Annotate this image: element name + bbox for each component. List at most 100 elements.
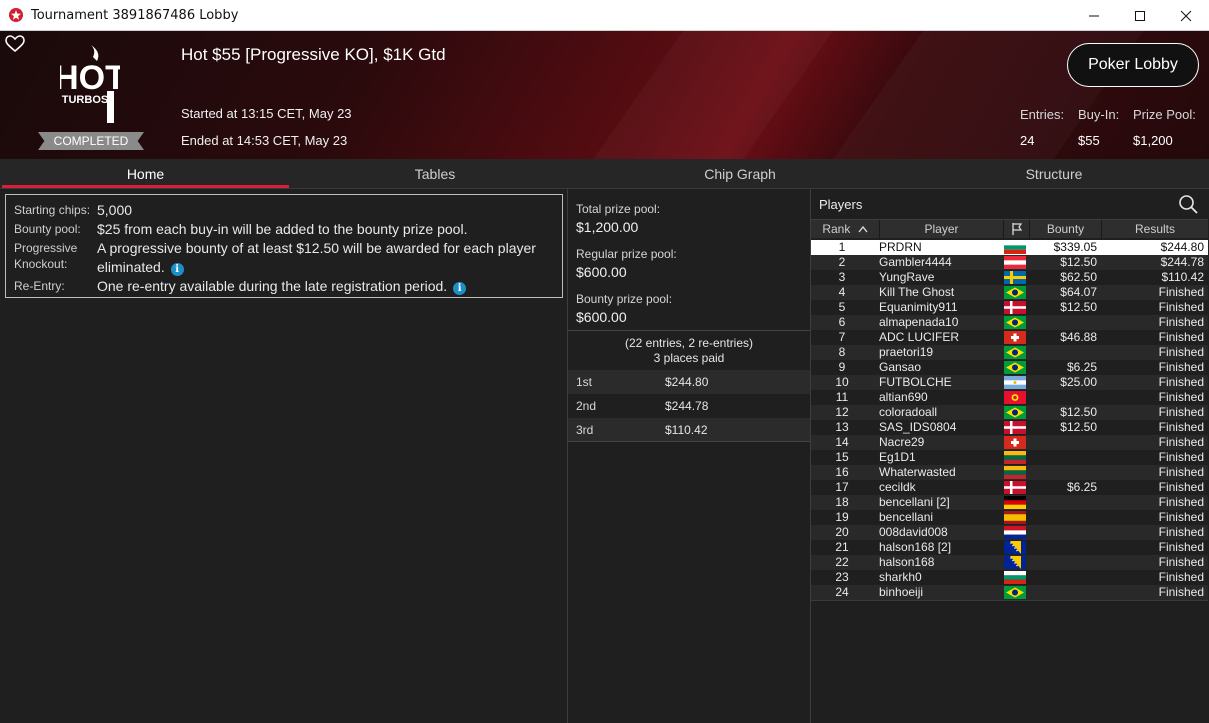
player-name: Gansao	[879, 360, 922, 374]
player-row[interactable]: 15 Eg1D1 Finished	[811, 450, 1208, 465]
buyin-label: Buy-In:	[1078, 107, 1120, 122]
payout-place: 3rd	[576, 423, 594, 437]
rank-column-header[interactable]: Rank	[811, 220, 879, 239]
sort-up-icon	[858, 225, 868, 233]
player-row[interactable]: 7 ADC LUCIFER $46.88 Finished	[811, 330, 1208, 345]
player-row[interactable]: 21 halson168 [2] Finished	[811, 540, 1208, 555]
player-result: Finished	[1158, 555, 1204, 569]
player-name: Whaterwasted	[879, 465, 956, 479]
player-row[interactable]: 5 Equanimity911 $12.50 Finished	[811, 300, 1208, 315]
starting-chips-value: 5,000	[97, 202, 133, 218]
payout-place: 1st	[576, 375, 593, 389]
tab-tables[interactable]: Tables	[290, 159, 580, 189]
tab-chip-graph[interactable]: Chip Graph	[590, 159, 890, 189]
player-row[interactable]: 12 coloradoall $12.50 Finished	[811, 405, 1208, 420]
results-column-header[interactable]: Results	[1101, 220, 1208, 239]
players-title: Players	[819, 197, 863, 212]
player-rank: 7	[838, 330, 846, 344]
prize-pool-value: $1,200	[1133, 133, 1173, 148]
player-result: Finished	[1158, 510, 1204, 524]
player-rank: 20	[835, 525, 849, 539]
player-row[interactable]: 11 altian690 Finished	[811, 390, 1208, 405]
player-row[interactable]: 13 SAS_IDS0804 $12.50 Finished	[811, 420, 1208, 435]
player-rank: 19	[835, 510, 849, 524]
player-row[interactable]: 8 praetori19 Finished	[811, 345, 1208, 360]
bounty-column-header[interactable]: Bounty	[1029, 220, 1101, 239]
player-row[interactable]: 16 Whaterwasted Finished	[811, 465, 1208, 480]
player-name: Gambler4444	[879, 255, 952, 269]
payout-amount: $244.80	[665, 375, 709, 389]
player-result: Finished	[1158, 300, 1204, 314]
player-column-header[interactable]: Player	[879, 220, 1003, 239]
tournament-title: Hot $55 [Progressive KO], $1K Gtd	[181, 45, 446, 64]
player-row[interactable]: 2 Gambler4444 $12.50 $244.78	[811, 255, 1208, 270]
player-rank: 10	[835, 375, 849, 389]
player-row[interactable]: 17 cecildk $6.25 Finished	[811, 480, 1208, 495]
player-name: coloradoall	[879, 405, 938, 419]
player-row[interactable]: 6 almapenada10 Finished	[811, 315, 1208, 330]
player-name: halson168	[879, 555, 935, 569]
search-icon[interactable]	[1178, 194, 1198, 214]
panel-divider	[567, 189, 568, 723]
player-bounty: $12.50	[1060, 300, 1097, 314]
player-row[interactable]: 18 bencellani [2] Finished	[811, 495, 1208, 510]
tournament-info-box: Starting chips: 5,000 Bounty pool: $25 f…	[5, 194, 563, 298]
player-row[interactable]: 23 sharkh0 Finished	[811, 570, 1208, 585]
player-row[interactable]: 10 FUTBOLCHE $25.00 Finished	[811, 375, 1208, 390]
country-column-header[interactable]	[1003, 220, 1029, 239]
total-prize-value: $1,200.00	[576, 219, 639, 235]
payout-amount: $110.42	[665, 423, 708, 437]
player-row[interactable]: 14 Nacre29 Finished	[811, 435, 1208, 450]
player-row[interactable]: 24 binhoeiji Finished	[811, 585, 1208, 600]
player-row[interactable]: 19 bencellani Finished	[811, 510, 1208, 525]
favorite-heart-icon[interactable]	[5, 35, 25, 53]
player-row[interactable]: 1 PRDRN $339.05 $244.80	[811, 240, 1208, 255]
payout-row: 1st $244.80	[568, 370, 810, 394]
payout-row: 2nd $244.78	[568, 394, 810, 418]
country-flag-icon	[1004, 346, 1026, 359]
info-icon[interactable]: i	[453, 282, 467, 295]
player-name: Kill The Ghost	[879, 285, 955, 299]
maximize-button[interactable]	[1117, 0, 1163, 31]
player-bounty: $6.25	[1066, 360, 1097, 374]
player-result: Finished	[1158, 405, 1204, 419]
country-flag-icon	[1004, 556, 1026, 569]
player-bounty: $339.05	[1053, 240, 1097, 254]
country-flag-icon	[1004, 496, 1026, 509]
country-flag-icon	[1004, 301, 1026, 314]
rank-header-label: Rank	[822, 222, 851, 236]
country-flag-icon	[1004, 586, 1026, 599]
minimize-button[interactable]	[1071, 0, 1117, 31]
player-result: Finished	[1158, 285, 1204, 299]
knockout-label: Knockout:	[14, 257, 68, 271]
country-flag-icon	[1004, 541, 1026, 554]
bounty-prize-label: Bounty prize pool:	[576, 292, 673, 306]
player-rank: 9	[838, 360, 846, 374]
poker-lobby-button[interactable]: Poker Lobby	[1067, 43, 1199, 87]
section-divider	[568, 441, 810, 442]
player-row[interactable]: 3 YungRave $62.50 $110.42	[811, 270, 1208, 285]
info-icon[interactable]: i	[170, 263, 184, 276]
player-rank: 14	[835, 435, 849, 449]
status-badge: COMPLETED	[38, 132, 144, 150]
country-flag-icon	[1004, 316, 1026, 329]
player-result: Finished	[1158, 525, 1204, 539]
player-result: Finished	[1158, 585, 1204, 599]
player-result: Finished	[1158, 390, 1204, 404]
player-row[interactable]: 20 008david008 Finished	[811, 525, 1208, 540]
player-row[interactable]: 9 Gansao $6.25 Finished	[811, 360, 1208, 375]
player-rank: 24	[835, 585, 849, 599]
player-name: almapenada10	[879, 315, 959, 329]
reentry-label: Re-Entry:	[14, 279, 65, 293]
pokerstars-logo-icon	[9, 8, 23, 22]
country-flag-icon	[1004, 571, 1026, 584]
tab-structure[interactable]: Structure	[900, 159, 1208, 189]
player-row[interactable]: 22 halson168 Finished	[811, 555, 1208, 570]
player-result: Finished	[1158, 330, 1204, 344]
close-button[interactable]	[1163, 0, 1209, 31]
player-rank: 15	[835, 450, 849, 464]
player-row[interactable]: 4 Kill The Ghost $64.07 Finished	[811, 285, 1208, 300]
player-name: bencellani	[879, 510, 934, 524]
active-tab-indicator	[2, 185, 289, 188]
country-flag-icon	[1004, 526, 1026, 539]
